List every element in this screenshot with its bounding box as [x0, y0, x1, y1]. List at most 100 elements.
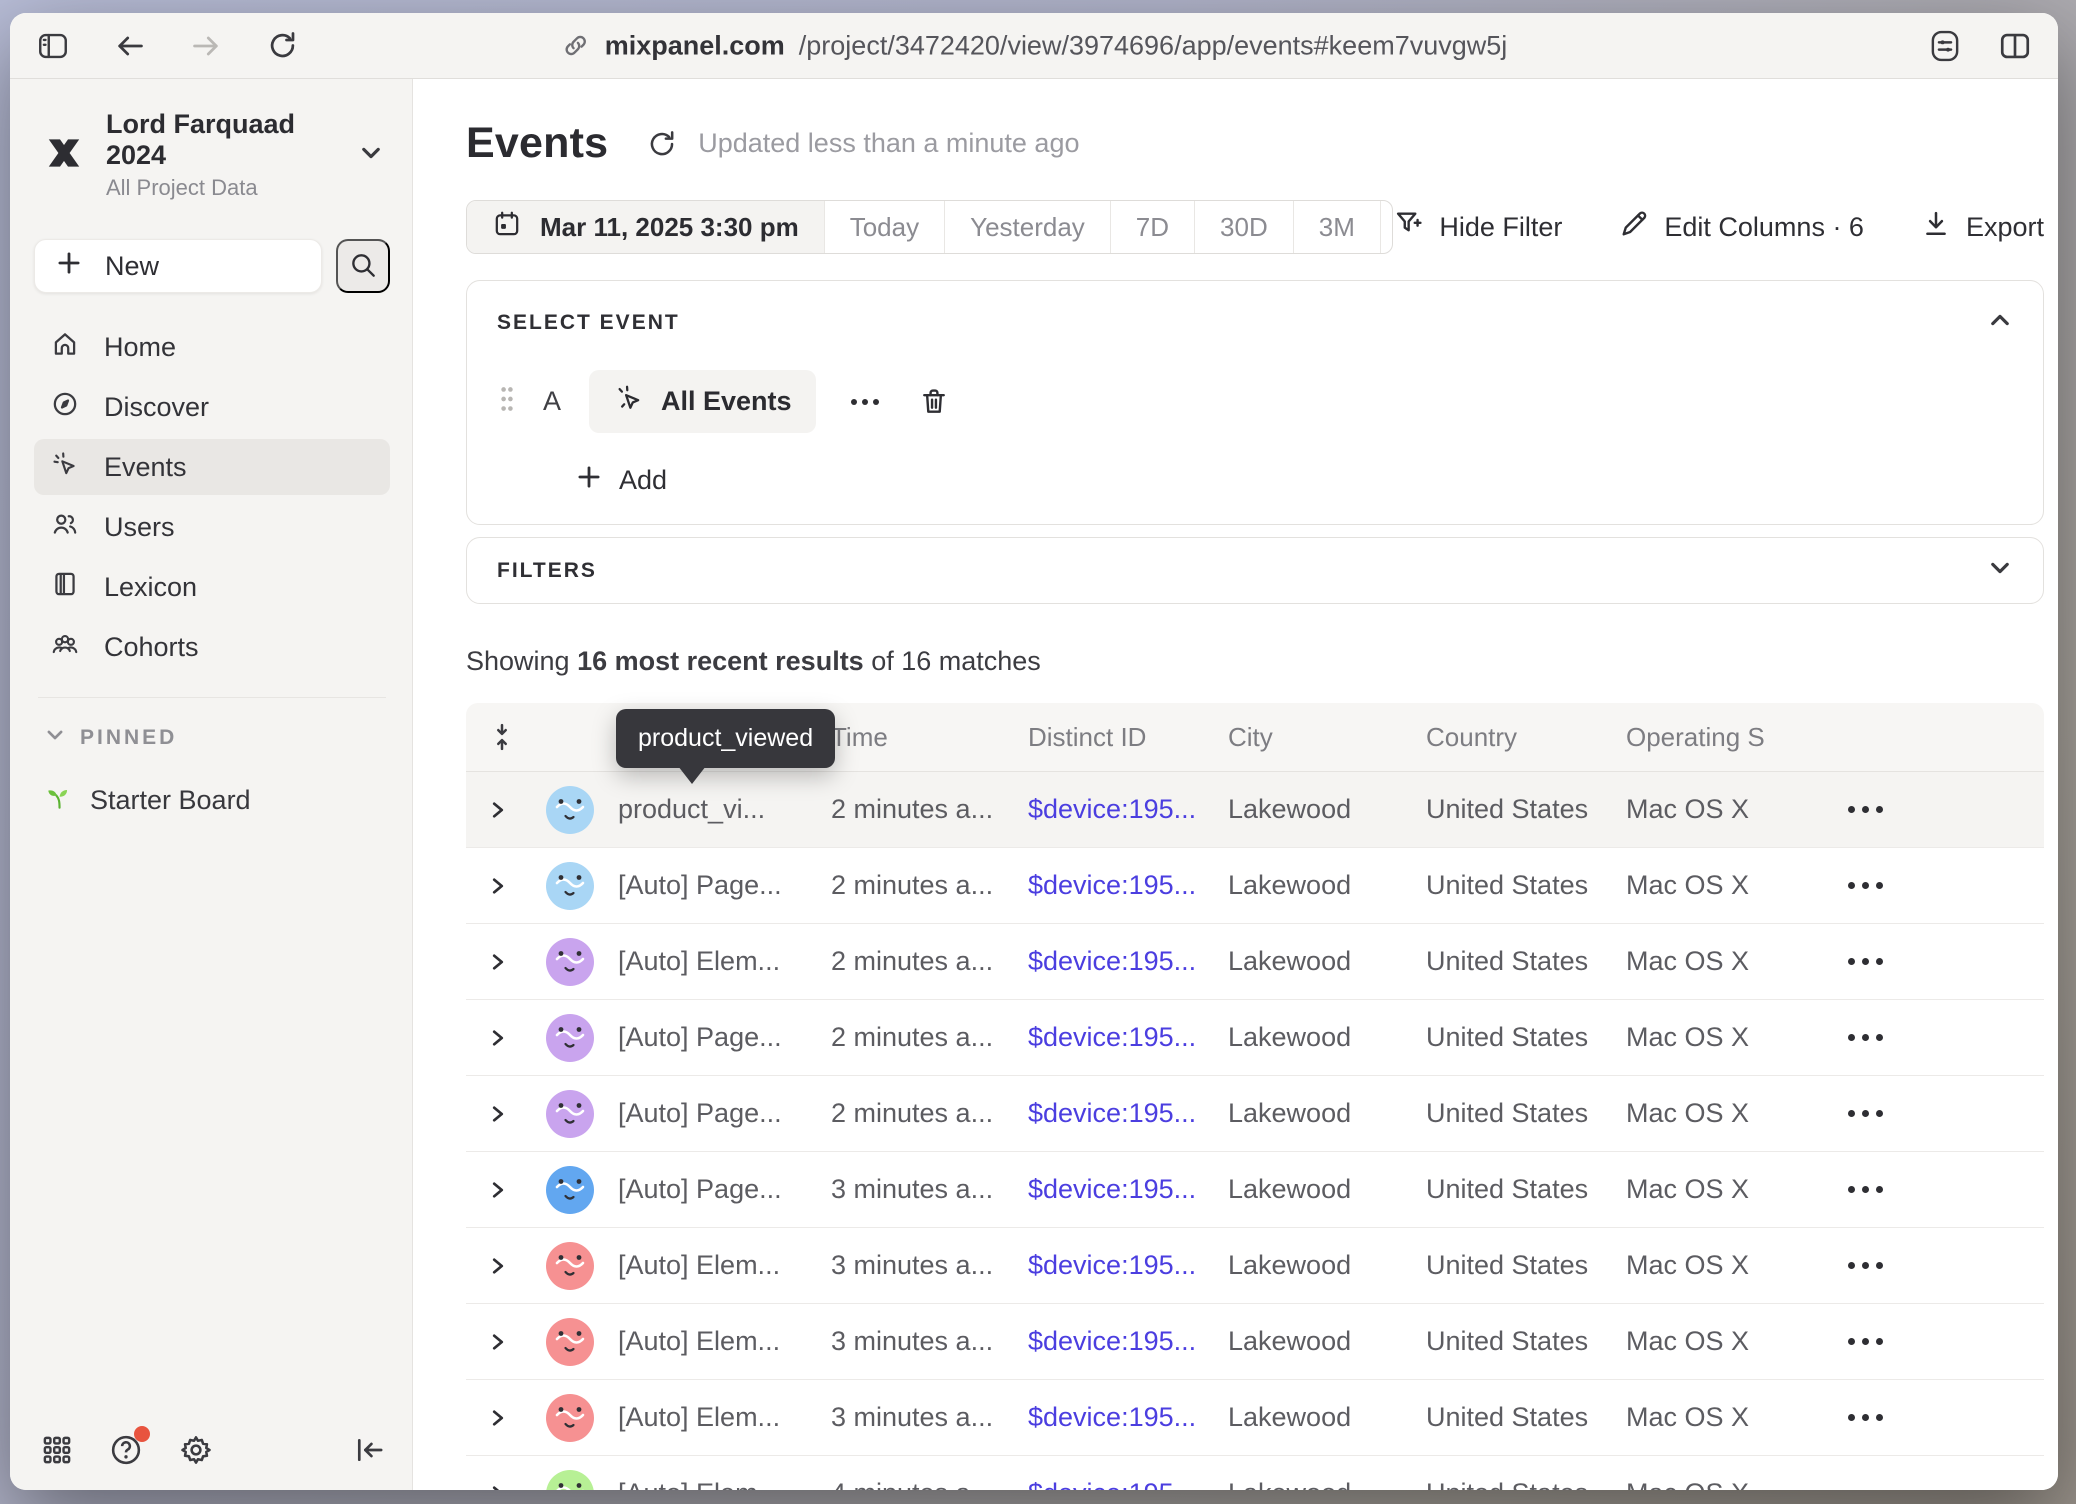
table-row[interactable]: [Auto] Elem... 2 minutes a... $device:19… [466, 924, 2044, 1000]
row-event-name[interactable]: [Auto] Page... [610, 1098, 823, 1129]
row-expand-button[interactable] [466, 1408, 530, 1428]
project-switcher[interactable]: Lord Farquaad 2024 All Project Data [34, 105, 390, 205]
row-expand-button[interactable] [466, 1332, 530, 1352]
hide-filter-button[interactable]: Hide Filter [1393, 208, 1562, 247]
row-menu-button[interactable] [1848, 806, 1892, 813]
row-distinct-id[interactable]: $device:195... [1020, 1478, 1220, 1490]
reload-icon[interactable] [266, 29, 299, 62]
row-event-name[interactable]: [Auto] Page... [610, 1022, 823, 1053]
row-expand-button[interactable] [466, 1104, 530, 1124]
refresh-icon[interactable] [646, 128, 678, 160]
plus-icon [575, 463, 603, 498]
table-row[interactable]: [Auto] Page... 2 minutes a... $device:19… [466, 1076, 2044, 1152]
row-distinct-id[interactable]: $device:195... [1020, 1250, 1220, 1281]
row-distinct-id[interactable]: $device:195... [1020, 794, 1220, 825]
table-row[interactable]: [Auto] Elem... 3 minutes a... $device:19… [466, 1304, 2044, 1380]
row-distinct-id[interactable]: $device:195... [1020, 1402, 1220, 1433]
event-selector-chip[interactable]: All Events [589, 370, 816, 433]
row-event-name[interactable]: [Auto] Elem... [610, 946, 823, 977]
filters-panel[interactable]: FILTERS [466, 537, 2044, 604]
page-settings-icon[interactable] [1928, 29, 1962, 63]
date-range-custom[interactable]: Mar 11, 2025 3:30 pm [467, 201, 824, 253]
sidebar-item-lexicon[interactable]: Lexicon [34, 559, 390, 615]
table-row[interactable]: [Auto] Page... 2 minutes a... $device:19… [466, 1000, 2044, 1076]
row-distinct-id[interactable]: $device:195... [1020, 1174, 1220, 1205]
row-menu-button[interactable] [1848, 1414, 1892, 1421]
sidebar-item-cohorts[interactable]: Cohorts [34, 619, 390, 675]
row-expand-button[interactable] [466, 800, 530, 820]
sidebar-toggle-icon[interactable] [36, 29, 70, 63]
help-button[interactable] [108, 1432, 144, 1468]
collapse-rows-icon[interactable] [466, 722, 530, 752]
row-menu-button[interactable] [1848, 958, 1892, 965]
row-menu-button[interactable] [1848, 1186, 1892, 1193]
forward-icon[interactable] [190, 30, 222, 62]
row-os: Mac OS X [1618, 794, 1840, 825]
event-selector-label: All Events [661, 386, 792, 417]
apps-grid-icon[interactable] [40, 1433, 74, 1467]
header-distinct-id[interactable]: Distinct ID [1020, 722, 1220, 753]
row-menu-button[interactable] [1848, 1262, 1892, 1269]
row-distinct-id[interactable]: $device:195... [1020, 870, 1220, 901]
row-expand-button[interactable] [466, 876, 530, 896]
date-preset-today[interactable]: Today [824, 201, 944, 253]
back-icon[interactable] [114, 30, 146, 62]
header-os[interactable]: Operating S [1618, 722, 1840, 753]
row-event-name[interactable]: [Auto] Elem... [610, 1250, 823, 1281]
sidebar-item-label: Users [104, 512, 175, 543]
row-event-name[interactable]: [Auto] Elem... [610, 1478, 823, 1490]
row-expand-button[interactable] [466, 1484, 530, 1491]
date-preset-30d[interactable]: 30D [1194, 201, 1293, 253]
export-button[interactable]: Export [1920, 208, 2044, 247]
row-expand-button[interactable] [466, 1180, 530, 1200]
table-row[interactable]: [Auto] Elem... 3 minutes a... $device:19… [466, 1380, 2044, 1456]
sidebar-item-starter-board[interactable]: Starter Board [44, 782, 390, 819]
date-preset-yesterday[interactable]: Yesterday [944, 201, 1110, 253]
row-menu-button[interactable] [1848, 1338, 1892, 1345]
expand-panel-icon[interactable] [1987, 555, 2013, 586]
split-view-icon[interactable] [1998, 29, 2032, 63]
table-row[interactable]: [Auto] Page... 2 minutes a... $device:19… [466, 848, 2044, 924]
row-distinct-id[interactable]: $device:195... [1020, 1022, 1220, 1053]
row-event-name[interactable]: [Auto] Page... [610, 1174, 823, 1205]
row-event-name[interactable]: [Auto] Elem... [610, 1326, 823, 1357]
row-expand-button[interactable] [466, 1256, 530, 1276]
header-time[interactable]: Time [823, 722, 1020, 753]
settings-gear-icon[interactable] [178, 1432, 214, 1468]
header-city[interactable]: City [1220, 722, 1418, 753]
row-distinct-id[interactable]: $device:195... [1020, 1098, 1220, 1129]
table-row[interactable]: [Auto] Elem... 3 minutes a... $device:19… [466, 1228, 2044, 1304]
pinned-section-toggle[interactable]: PINNED [44, 724, 390, 752]
search-button[interactable] [336, 239, 390, 293]
sidebar-item-users[interactable]: Users [34, 499, 390, 555]
sidebar-item-home[interactable]: Home [34, 319, 390, 375]
collapse-panel-icon[interactable] [1987, 307, 2013, 338]
edit-columns-button[interactable]: Edit Columns · 6 [1618, 208, 1864, 247]
date-preset-6m[interactable]: 6M [1380, 201, 1393, 253]
row-distinct-id[interactable]: $device:195... [1020, 1326, 1220, 1357]
row-expand-button[interactable] [466, 1028, 530, 1048]
row-event-name[interactable]: [Auto] Elem... [610, 1402, 823, 1433]
table-row[interactable]: [Auto] Elem... 4 minutes a... $device:19… [466, 1456, 2044, 1490]
event-more-button[interactable] [848, 396, 882, 408]
drag-handle-icon[interactable] [497, 384, 517, 419]
date-range-bar: Mar 11, 2025 3:30 pm Today Yesterday 7D … [466, 200, 1393, 254]
date-preset-7d[interactable]: 7D [1110, 201, 1194, 253]
add-event-button[interactable]: Add [575, 463, 2013, 498]
table-row[interactable]: [Auto] Page... 3 minutes a... $device:19… [466, 1152, 2044, 1228]
sidebar-item-events[interactable]: Events [34, 439, 390, 495]
collapse-sidebar-icon[interactable] [352, 1433, 386, 1467]
row-expand-button[interactable] [466, 952, 530, 972]
delete-event-button[interactable] [918, 386, 950, 418]
row-distinct-id[interactable]: $device:195... [1020, 946, 1220, 977]
row-menu-button[interactable] [1848, 882, 1892, 889]
new-button[interactable]: New [34, 239, 322, 293]
address-bar[interactable]: mixpanel.com/project/3472420/view/397469… [561, 30, 1508, 61]
row-event-name[interactable]: product_vi... [610, 794, 823, 825]
date-preset-3m[interactable]: 3M [1293, 201, 1380, 253]
header-country[interactable]: Country [1418, 722, 1618, 753]
row-menu-button[interactable] [1848, 1034, 1892, 1041]
row-event-name[interactable]: [Auto] Page... [610, 870, 823, 901]
row-menu-button[interactable] [1848, 1110, 1892, 1117]
sidebar-item-discover[interactable]: Discover [34, 379, 390, 435]
